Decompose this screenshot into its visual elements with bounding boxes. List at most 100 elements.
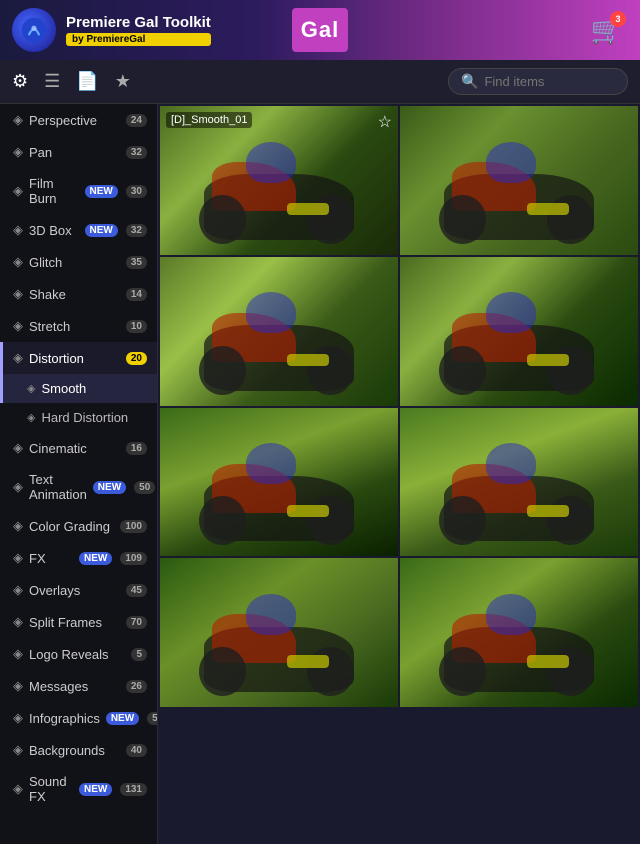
cinematic-label: Cinematic (29, 441, 120, 456)
grid-item-2[interactable] (400, 106, 638, 255)
header-title-group: Premiere Gal Toolkit by PremiereGal (66, 14, 211, 46)
content-area: [D]_Smooth_01 ☆ (158, 104, 640, 844)
gal-badge: Gal (292, 8, 348, 52)
stretch-label: Stretch (29, 319, 120, 334)
app-title: Premiere Gal Toolkit (66, 14, 211, 31)
messages-count: 26 (126, 680, 147, 693)
search-input[interactable] (484, 74, 615, 89)
sidebar-item-split-frames[interactable]: ◈ Split Frames 70 (0, 606, 157, 638)
sidebar-subitem-smooth[interactable]: ◈ Smooth (0, 374, 157, 403)
sidebar-item-3d-box[interactable]: ◈ 3D Box NEW 32 (0, 214, 157, 246)
star-icon[interactable]: ★ (115, 71, 131, 92)
main-layout: ◈ Perspective 24 ◈ Pan 32 ◈ Film Burn NE… (0, 104, 640, 844)
3d-box-label: 3D Box (29, 223, 79, 238)
shake-count: 14 (126, 288, 147, 301)
sidebar-item-distortion[interactable]: ◈ Distortion 20 (0, 342, 157, 374)
text-animation-icon: ◈ (13, 479, 23, 495)
infographics-count: 55 (147, 712, 158, 725)
toolbar: ⚙ ☰ 📄 ★ 🔍 (0, 60, 640, 104)
logo-reveals-label: Logo Reveals (29, 647, 125, 662)
pan-icon: ◈ (13, 144, 23, 160)
app-subtitle: by PremiereGal (66, 33, 211, 46)
list-icon[interactable]: ☰ (44, 71, 60, 92)
sidebar-item-backgrounds[interactable]: ◈ Backgrounds 40 (0, 734, 157, 766)
header: Premiere Gal Toolkit by PremiereGal Gal … (0, 0, 640, 60)
fx-new: NEW (79, 552, 112, 565)
backgrounds-label: Backgrounds (29, 743, 120, 758)
sidebar-item-text-animation[interactable]: ◈ Text Animation NEW 50 (0, 464, 157, 510)
sidebar-item-logo-reveals[interactable]: ◈ Logo Reveals 5 (0, 638, 157, 670)
grid-item-4[interactable] (400, 257, 638, 406)
sidebar-item-glitch[interactable]: ◈ Glitch 35 (0, 246, 157, 278)
film-burn-icon: ◈ (13, 183, 23, 199)
sidebar-item-overlays[interactable]: ◈ Overlays 45 (0, 574, 157, 606)
search-icon: 🔍 (461, 73, 478, 90)
shake-icon: ◈ (13, 286, 23, 302)
color-grading-label: Color Grading (29, 519, 114, 534)
sound-fx-count: 131 (120, 783, 147, 796)
logo-reveals-count: 5 (131, 648, 147, 661)
sidebar-item-pan[interactable]: ◈ Pan 32 (0, 136, 157, 168)
cinematic-count: 16 (126, 442, 147, 455)
grid-item-3[interactable] (160, 257, 398, 406)
grid-item-6[interactable] (400, 408, 638, 557)
3d-box-new: NEW (85, 224, 118, 237)
sound-fx-new: NEW (79, 783, 112, 796)
messages-icon: ◈ (13, 678, 23, 694)
sidebar-item-fx[interactable]: ◈ FX NEW 109 (0, 542, 157, 574)
sidebar-item-cinematic[interactable]: ◈ Cinematic 16 (0, 432, 157, 464)
distortion-icon: ◈ (13, 350, 23, 366)
film-burn-count: 30 (126, 185, 147, 198)
sidebar-subitem-hard-distortion[interactable]: ◈ Hard Distortion (0, 403, 157, 432)
perspective-icon: ◈ (13, 112, 23, 128)
fx-label: FX (29, 551, 73, 566)
sidebar-item-sound-fx[interactable]: ◈ Sound FX NEW 131 (0, 766, 157, 812)
backgrounds-icon: ◈ (13, 742, 23, 758)
grid-item-1[interactable]: [D]_Smooth_01 ☆ (160, 106, 398, 255)
grid-item-5[interactable] (160, 408, 398, 557)
sidebar: ◈ Perspective 24 ◈ Pan 32 ◈ Film Burn NE… (0, 104, 158, 844)
perspective-label: Perspective (29, 113, 120, 128)
glitch-count: 35 (126, 256, 147, 269)
overlays-label: Overlays (29, 583, 120, 598)
color-grading-count: 100 (120, 520, 147, 533)
file-icon[interactable]: 📄 (76, 71, 98, 92)
text-animation-label: Text Animation (29, 472, 87, 502)
stretch-count: 10 (126, 320, 147, 333)
text-animation-new: NEW (93, 481, 126, 494)
overlays-icon: ◈ (13, 582, 23, 598)
filter-icon[interactable]: ⚙ (12, 71, 28, 92)
overlays-count: 45 (126, 584, 147, 597)
sidebar-item-stretch[interactable]: ◈ Stretch 10 (0, 310, 157, 342)
glitch-icon: ◈ (13, 254, 23, 270)
smooth-sub-icon: ◈ (27, 382, 35, 395)
sound-fx-label: Sound FX (29, 774, 73, 804)
messages-label: Messages (29, 679, 120, 694)
sidebar-item-film-burn[interactable]: ◈ Film Burn NEW 30 (0, 168, 157, 214)
sidebar-item-infographics[interactable]: ◈ Infographics NEW 55 (0, 702, 157, 734)
shake-label: Shake (29, 287, 120, 302)
cart-count: 3 (610, 11, 626, 27)
grid-item-7[interactable] (160, 558, 398, 707)
sidebar-item-shake[interactable]: ◈ Shake 14 (0, 278, 157, 310)
split-frames-icon: ◈ (13, 614, 23, 630)
infographics-new: NEW (106, 712, 139, 725)
text-animation-count: 50 (134, 481, 155, 494)
stretch-icon: ◈ (13, 318, 23, 334)
fx-count: 109 (120, 552, 147, 565)
3d-box-icon: ◈ (13, 222, 23, 238)
infographics-label: Infographics (29, 711, 100, 726)
split-frames-count: 70 (126, 616, 147, 629)
sound-fx-icon: ◈ (13, 781, 23, 797)
search-bar[interactable]: 🔍 (448, 68, 628, 95)
grid-item-8[interactable] (400, 558, 638, 707)
backgrounds-count: 40 (126, 744, 147, 757)
distortion-label: Distortion (29, 351, 120, 366)
cart-button[interactable]: 🛒 3 (586, 9, 628, 51)
3d-box-count: 32 (126, 224, 147, 237)
item-star-1[interactable]: ☆ (378, 112, 392, 132)
sidebar-item-messages[interactable]: ◈ Messages 26 (0, 670, 157, 702)
sidebar-item-color-grading[interactable]: ◈ Color Grading 100 (0, 510, 157, 542)
film-burn-label: Film Burn (29, 176, 79, 206)
sidebar-item-perspective[interactable]: ◈ Perspective 24 (0, 104, 157, 136)
